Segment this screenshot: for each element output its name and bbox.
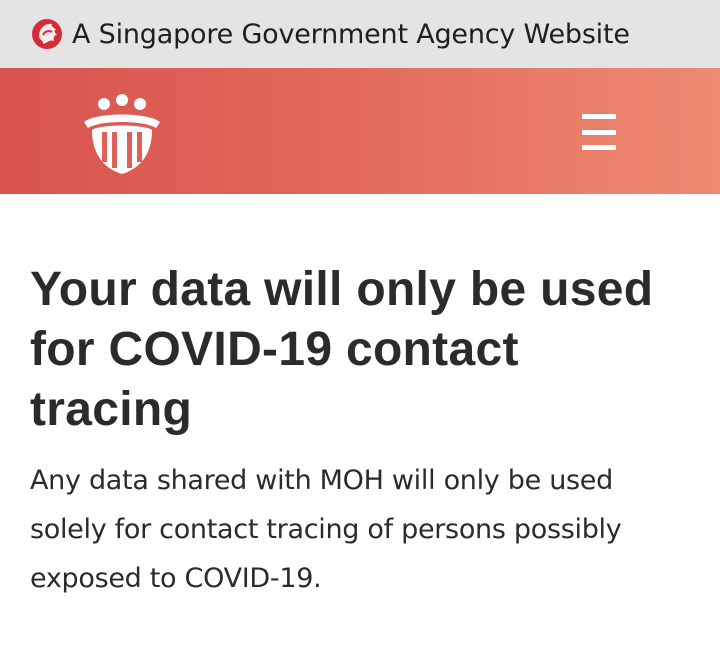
- hamburger-menu-icon[interactable]: [574, 110, 624, 154]
- menu-bar: [582, 129, 616, 135]
- page-headline: Your data will only be used for COVID-19…: [30, 263, 654, 436]
- government-banner: A Singapore Government Agency Website: [0, 0, 720, 68]
- moh-logo-icon[interactable]: [76, 92, 168, 176]
- menu-bar: [582, 145, 616, 150]
- main-content: Your data will only be used for COVID-19…: [30, 260, 690, 603]
- site-header: [0, 68, 720, 194]
- menu-bar: [582, 114, 616, 119]
- body-paragraph: Any data shared with MOH will only be us…: [30, 465, 622, 594]
- government-banner-text: A Singapore Government Agency Website: [72, 18, 630, 50]
- lion-head-icon: [28, 15, 66, 53]
